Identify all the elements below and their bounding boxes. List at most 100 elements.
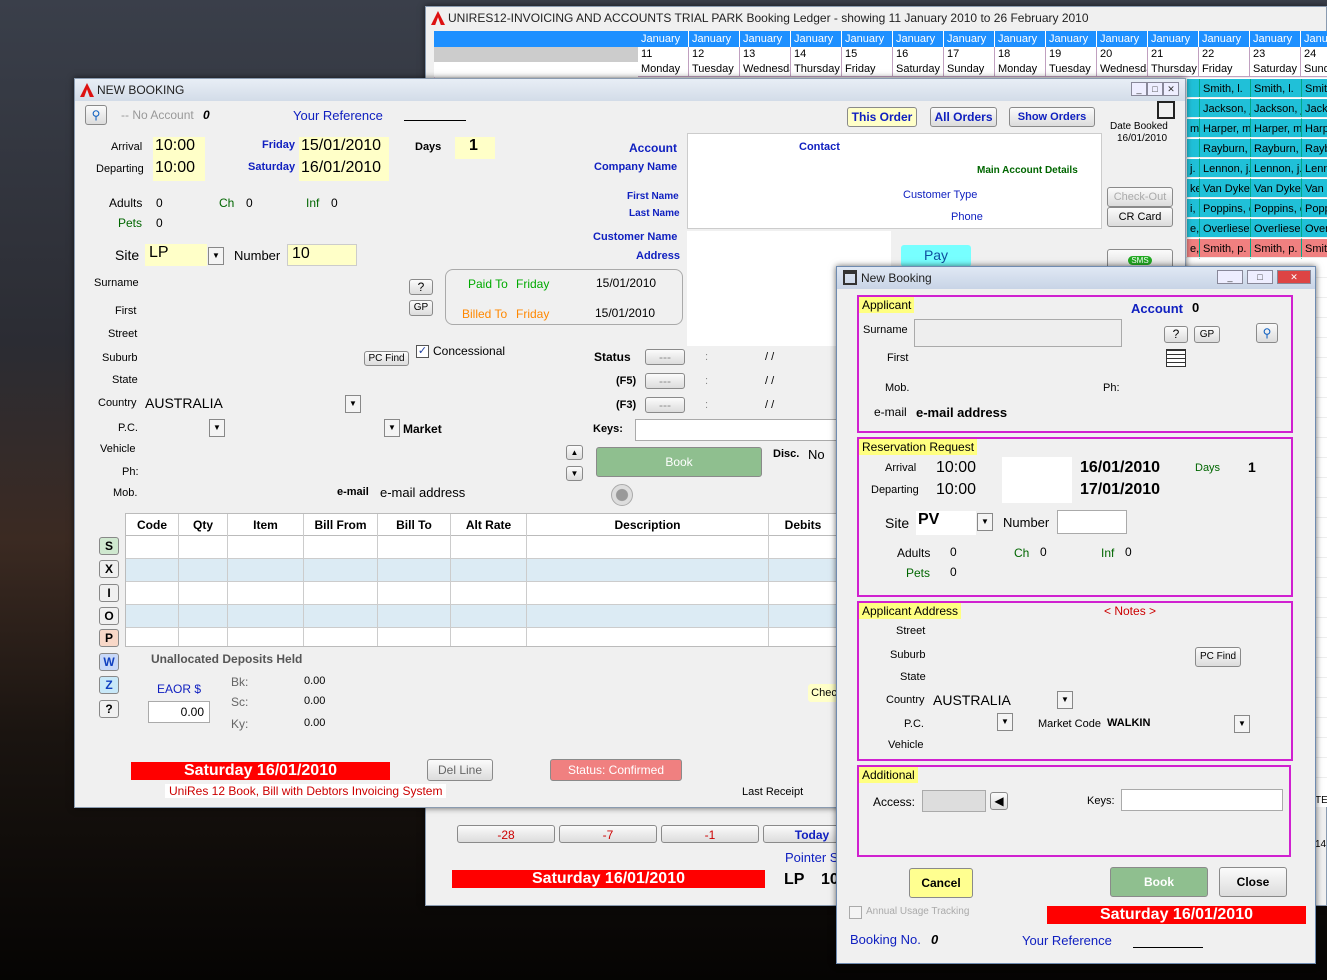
table-cell[interactable]	[378, 536, 451, 559]
booking-cell[interactable]: Van Dyke	[1251, 179, 1302, 199]
booking-cell[interactable]: Smith	[1302, 239, 1327, 259]
dialog-keys-input[interactable]	[1121, 789, 1283, 811]
access-input[interactable]	[922, 790, 986, 812]
dialog-help-button[interactable]: ?	[1164, 326, 1188, 343]
table-cell[interactable]	[378, 582, 451, 605]
side-button-x[interactable]: X	[99, 560, 119, 578]
scroll-down-arrow-icon[interactable]: ▼	[566, 466, 583, 481]
booking-cell[interactable]: Harper, m	[1251, 119, 1302, 139]
table-cell[interactable]	[304, 536, 378, 559]
table-cell[interactable]	[126, 628, 179, 646]
departing-date[interactable]: 16/01/2010	[299, 159, 389, 181]
dialog-search-button[interactable]: ⚲	[1256, 323, 1278, 343]
table-cell[interactable]	[527, 605, 769, 628]
annual-usage-checkbox[interactable]	[849, 906, 862, 919]
grid-column-header[interactable]: Code	[126, 514, 179, 536]
dialog-close-button[interactable]: Close	[1219, 867, 1287, 897]
dialog-arrival-date[interactable]: 16/01/2010	[1080, 459, 1160, 477]
f3-code-button[interactable]: ---	[645, 397, 685, 413]
dialog-country-dropdown-icon[interactable]: ▼	[1057, 691, 1073, 709]
concessional-checkbox[interactable]: ✓	[416, 345, 429, 358]
calendar-day-cell[interactable]: 12	[689, 47, 740, 62]
table-cell[interactable]	[451, 536, 527, 559]
grid-column-header[interactable]: Qty	[179, 514, 228, 536]
booking-cell[interactable]: Smith	[1302, 79, 1327, 99]
country-value[interactable]: AUSTRALIA	[145, 395, 223, 411]
booking-cell[interactable]: j.	[1187, 159, 1200, 179]
table-cell[interactable]	[179, 559, 228, 582]
all-orders-button[interactable]: All Orders	[930, 107, 997, 127]
grid-column-header[interactable]: Description	[527, 514, 769, 536]
booking-cell[interactable]: Harper, m	[1200, 119, 1251, 139]
calendar-day-cell[interactable]: 20	[1097, 47, 1148, 62]
booking-cell[interactable]: i, c	[1187, 199, 1200, 219]
table-cell[interactable]	[126, 559, 179, 582]
status-confirmed-button[interactable]: Status: Confirmed	[550, 759, 682, 781]
keys-input[interactable]	[635, 419, 845, 441]
booking-cell[interactable]: Overliese,	[1251, 219, 1302, 239]
booking-cell[interactable]: Poppins, c	[1200, 199, 1251, 219]
dialog-departing-date[interactable]: 17/01/2010	[1080, 481, 1160, 499]
calendar-day-cell[interactable]: 24	[1301, 47, 1327, 62]
dialog-number-input[interactable]	[1057, 510, 1127, 534]
booking-cell[interactable]: Popp	[1302, 199, 1327, 219]
email-value[interactable]: e-mail address	[380, 485, 465, 500]
table-cell[interactable]	[304, 605, 378, 628]
grid-column-header[interactable]: Alt Rate	[451, 514, 527, 536]
days-value[interactable]: 1	[455, 137, 495, 159]
status-code-button[interactable]: ---	[645, 349, 685, 365]
pc-dropdown-icon[interactable]: ▼	[209, 419, 225, 437]
f5-code-button[interactable]: ---	[645, 373, 685, 389]
del-line-button[interactable]: Del Line	[427, 759, 493, 781]
table-row[interactable]	[126, 536, 836, 559]
table-cell[interactable]	[769, 536, 836, 559]
booking-cell[interactable]: Jackson, j	[1200, 99, 1251, 119]
book-button[interactable]: Book	[596, 447, 762, 477]
table-cell[interactable]	[304, 559, 378, 582]
dialog-departing-time[interactable]: 10:00	[936, 481, 976, 499]
dialog-site-select[interactable]: PV	[916, 511, 976, 535]
booking-cell[interactable]: Rayburn,	[1251, 139, 1302, 159]
booking-cell[interactable]: Smith, l.	[1200, 79, 1251, 99]
table-row[interactable]	[126, 628, 836, 646]
ledger-titlebar[interactable]: UNIRES12-INVOICING AND ACCOUNTS TRIAL PA…	[426, 7, 1326, 29]
table-cell[interactable]	[451, 605, 527, 628]
table-row[interactable]	[126, 582, 836, 605]
list-icon[interactable]	[1166, 349, 1186, 367]
nav-minus-28-button[interactable]: -28	[457, 825, 555, 843]
new-booking-titlebar[interactable]: NEW BOOKING	[75, 79, 1185, 101]
show-orders-button[interactable]: Show Orders	[1009, 107, 1095, 127]
booking-cell[interactable]: Rayburn,	[1200, 139, 1251, 159]
access-arrow-button[interactable]: ◀	[990, 792, 1008, 810]
gp-button[interactable]: GP	[409, 300, 433, 316]
grid-column-header[interactable]: Bill To	[378, 514, 451, 536]
table-cell[interactable]	[228, 605, 304, 628]
booking-cell[interactable]: Van Dyke	[1200, 179, 1251, 199]
eaor-input[interactable]: 0.00	[148, 701, 210, 723]
booking-cell[interactable]: Overliese,	[1200, 219, 1251, 239]
pay-button[interactable]: Pay	[901, 245, 971, 267]
calendar-day-cell[interactable]: 16	[893, 47, 944, 62]
dialog-surname-input[interactable]	[914, 319, 1122, 347]
table-cell[interactable]	[527, 628, 769, 646]
booking-cell[interactable]	[1187, 139, 1200, 159]
table-cell[interactable]	[769, 605, 836, 628]
table-cell[interactable]	[304, 582, 378, 605]
booking-cell[interactable]: Over	[1302, 219, 1327, 239]
arrival-date[interactable]: 15/01/2010	[299, 137, 389, 159]
table-cell[interactable]	[126, 605, 179, 628]
booking-cell[interactable]: Raybu	[1302, 139, 1327, 159]
help-button[interactable]: ?	[409, 279, 433, 295]
booking-cell[interactable]: Jacks	[1302, 99, 1327, 119]
dialog-gp-button[interactable]: GP	[1194, 326, 1220, 343]
table-cell[interactable]	[228, 559, 304, 582]
side-button-z[interactable]: Z	[99, 676, 119, 694]
table-cell[interactable]	[527, 559, 769, 582]
table-cell[interactable]	[126, 536, 179, 559]
table-cell[interactable]	[769, 582, 836, 605]
table-cell[interactable]	[179, 605, 228, 628]
this-order-button[interactable]: This Order	[847, 107, 917, 127]
nav-minus-7-button[interactable]: -7	[559, 825, 657, 843]
calendar-day-cell[interactable]: 23	[1250, 47, 1301, 62]
copy-window-icon[interactable]	[1157, 101, 1175, 119]
